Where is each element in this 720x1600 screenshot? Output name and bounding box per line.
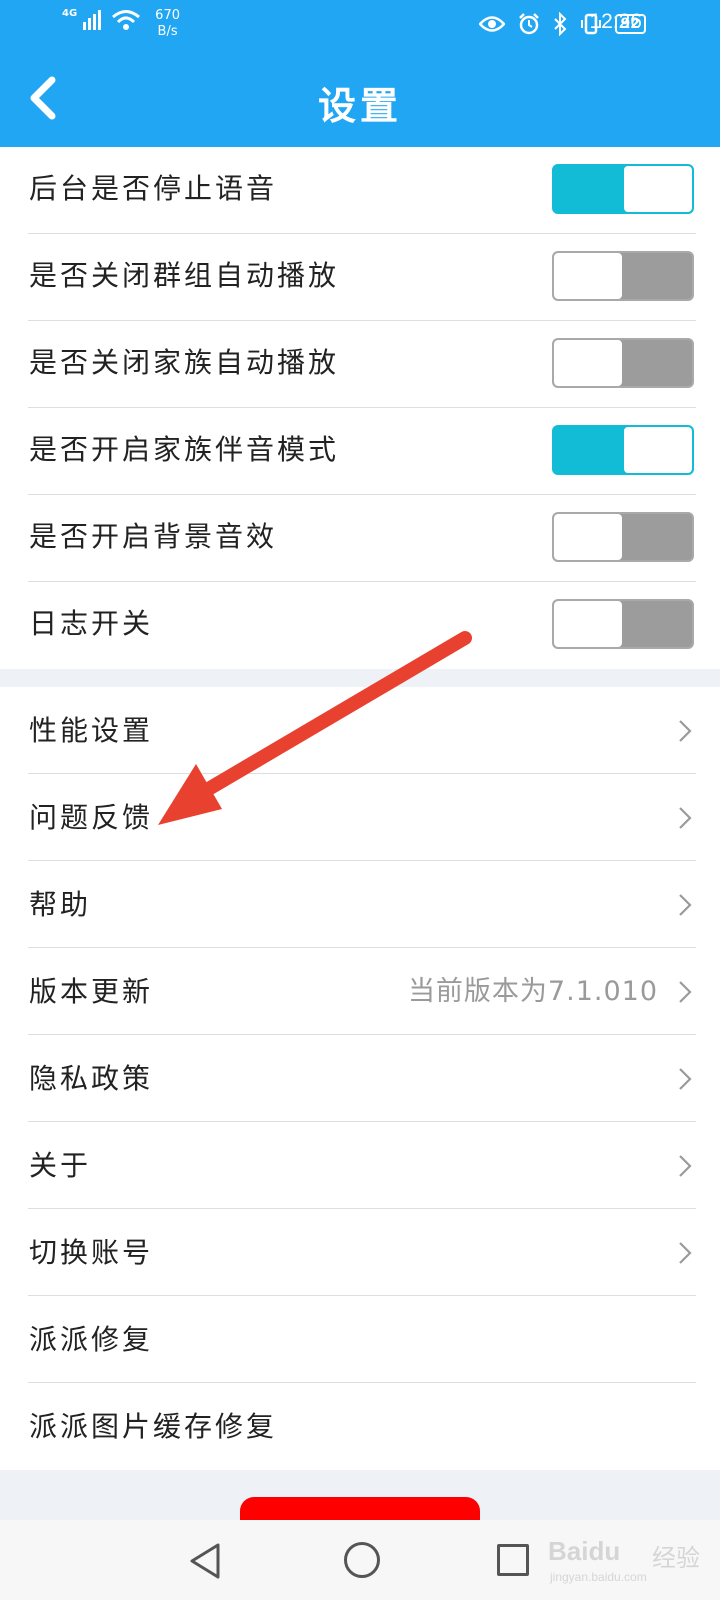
network-speed: 670 B/s	[155, 8, 180, 40]
menu-item-version-update[interactable]: 版本更新 当前版本为7.1.010	[0, 948, 720, 1035]
menu-item-label: 性能设置	[29, 714, 154, 747]
toggle-row: 是否开启家族伴音模式	[0, 408, 720, 495]
menu-item-label: 关于	[29, 1149, 92, 1182]
watermark-url: jingyan.baidu.com	[550, 1570, 647, 1584]
menu-item-image-cache-repair[interactable]: 派派图片缓存修复	[0, 1383, 720, 1470]
watermark-brand: Baidu	[548, 1536, 621, 1566]
menu-item-label: 问题反馈	[29, 801, 154, 834]
toggle-switch[interactable]	[552, 599, 694, 649]
speed-unit: B/s	[157, 24, 178, 39]
toggle-settings-group: 后台是否停止语音 是否关闭群组自动播放 是否关闭家族自动播放 是否开启家族伴音模…	[0, 147, 720, 669]
setting-label: 日志开关	[29, 607, 154, 640]
status-time: 12:26	[589, 10, 642, 33]
status-left: 4G 670 B/s	[62, 8, 180, 40]
page-title: 设置	[317, 84, 402, 128]
current-version-text: 当前版本为7.1.010	[407, 976, 658, 1007]
baidu-jingyan-watermark: Baidu 经验 jingyan.baidu.com	[548, 1532, 708, 1592]
menu-item-feedback[interactable]: 问题反馈	[0, 774, 720, 861]
setting-label: 是否关闭家族自动播放	[29, 346, 340, 379]
bluetooth-icon	[553, 12, 566, 36]
menu-item-label: 帮助	[29, 888, 92, 921]
menu-item-privacy-policy[interactable]: 隐私政策	[0, 1035, 720, 1122]
toggle-switch[interactable]	[552, 425, 694, 475]
network-type: 4G	[62, 8, 78, 19]
nav-back-icon[interactable]	[188, 1542, 222, 1580]
toggle-knob	[624, 427, 692, 473]
menu-item-performance[interactable]: 性能设置	[0, 687, 720, 774]
chevron-right-icon	[679, 807, 692, 829]
menu-item-label: 版本更新	[29, 975, 154, 1008]
toggle-row: 后台是否停止语音	[0, 147, 720, 234]
setting-label: 是否开启背景音效	[29, 520, 278, 553]
status-bar: 4G 670 B/s 92 12:26	[0, 0, 720, 50]
system-nav-bar: Baidu 经验 jingyan.baidu.com	[0, 1520, 720, 1600]
toggle-switch[interactable]	[552, 338, 694, 388]
toggle-row: 是否关闭家族自动播放	[0, 321, 720, 408]
menu-item-about[interactable]: 关于	[0, 1122, 720, 1209]
chevron-right-icon	[679, 981, 692, 1003]
menu-group: 性能设置 问题反馈 帮助 版本更新 当前版本为7.1.010 隐私政策 关于 切…	[0, 687, 720, 1470]
menu-item-label: 派派修复	[29, 1323, 154, 1356]
speed-value: 670	[155, 8, 180, 23]
chevron-right-icon	[679, 1242, 692, 1264]
chevron-right-icon	[679, 894, 692, 916]
toggle-row: 日志开关	[0, 582, 720, 669]
toggle-row: 是否开启背景音效	[0, 495, 720, 582]
chevron-right-icon	[679, 1155, 692, 1177]
wifi-icon	[112, 10, 141, 30]
toggle-switch[interactable]	[552, 164, 694, 214]
menu-item-switch-account[interactable]: 切换账号	[0, 1209, 720, 1296]
menu-item-paipai-repair[interactable]: 派派修复	[0, 1296, 720, 1383]
menu-item-help[interactable]: 帮助	[0, 861, 720, 948]
toggle-knob	[554, 340, 622, 386]
eye-icon	[478, 16, 505, 32]
watermark-jingyan: 经验	[652, 1544, 700, 1572]
chevron-right-icon	[679, 1068, 692, 1090]
toggle-knob	[554, 601, 622, 647]
nav-recent-apps-icon[interactable]	[497, 1544, 529, 1576]
menu-item-label: 切换账号	[29, 1236, 154, 1269]
toggle-knob	[624, 166, 692, 212]
toggle-row: 是否关闭群组自动播放	[0, 234, 720, 321]
toggle-switch[interactable]	[552, 512, 694, 562]
toggle-knob	[554, 253, 622, 299]
chevron-right-icon	[679, 720, 692, 742]
setting-label: 是否开启家族伴音模式	[29, 433, 340, 466]
nav-home-icon[interactable]	[344, 1542, 380, 1578]
alarm-icon	[518, 13, 539, 35]
setting-label: 后台是否停止语音	[29, 172, 278, 205]
menu-item-label: 派派图片缓存修复	[29, 1410, 278, 1443]
toggle-switch[interactable]	[552, 251, 694, 301]
signal-icon	[83, 8, 102, 30]
menu-item-label: 隐私政策	[29, 1062, 154, 1095]
setting-label: 是否关闭群组自动播放	[29, 259, 340, 292]
title-bar: 设置	[0, 50, 720, 147]
toggle-knob	[554, 514, 622, 560]
